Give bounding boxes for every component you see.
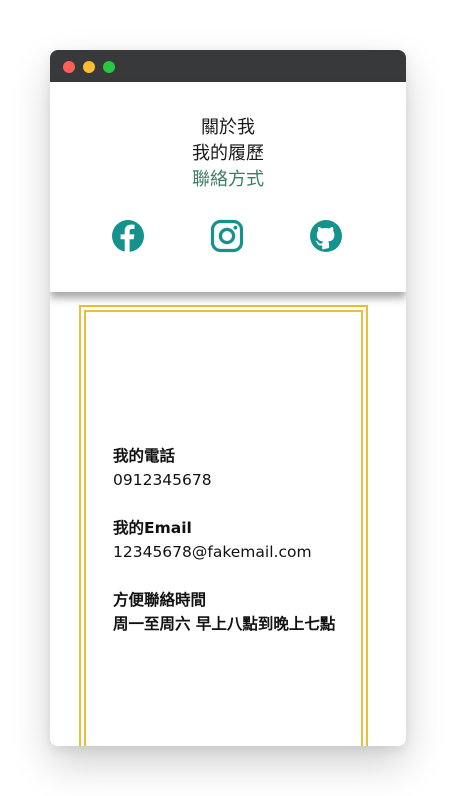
close-window-button[interactable] [63,61,75,73]
github-link[interactable] [309,219,343,253]
minimize-window-button[interactable] [83,61,95,73]
maximize-window-button[interactable] [103,61,115,73]
instagram-icon [210,219,244,253]
hours-block: 方便聯絡時間 周一至周六 早上八點到晚上七點 [113,588,373,636]
instagram-link[interactable] [210,219,244,253]
github-icon [310,220,342,252]
nav-link-contact[interactable]: 聯絡方式 [50,167,406,193]
main-nav: 關於我 我的履歷 聯絡方式 [50,115,406,193]
nav-link-about[interactable]: 關於我 [50,115,406,141]
contact-info: 我的電話 0912345678 我的Email 12345678@fakemai… [113,444,373,660]
email-value: 12345678@fakemail.com [113,543,312,561]
site-header: 關於我 我的履歷 聯絡方式 [50,82,406,292]
phone-block: 我的電話 0912345678 [113,444,373,492]
phone-value: 0912345678 [113,471,212,489]
email-block: 我的Email 12345678@fakemail.com [113,516,373,564]
contact-section: 我的電話 0912345678 我的Email 12345678@fakemai… [50,292,406,746]
phone-label: 我的電話 [113,447,176,465]
nav-link-resume[interactable]: 我的履歷 [50,141,406,167]
window-titlebar [50,50,406,82]
browser-window: 關於我 我的履歷 聯絡方式 我的電話 0912345678 我的Email 12… [50,50,406,746]
email-label: 我的Email [113,519,192,537]
hours-label: 方便聯絡時間 [113,591,207,609]
social-links [50,219,406,253]
hours-value: 周一至周六 早上八點到晚上七點 [113,615,336,633]
facebook-link[interactable] [111,219,145,253]
facebook-icon [112,220,144,252]
